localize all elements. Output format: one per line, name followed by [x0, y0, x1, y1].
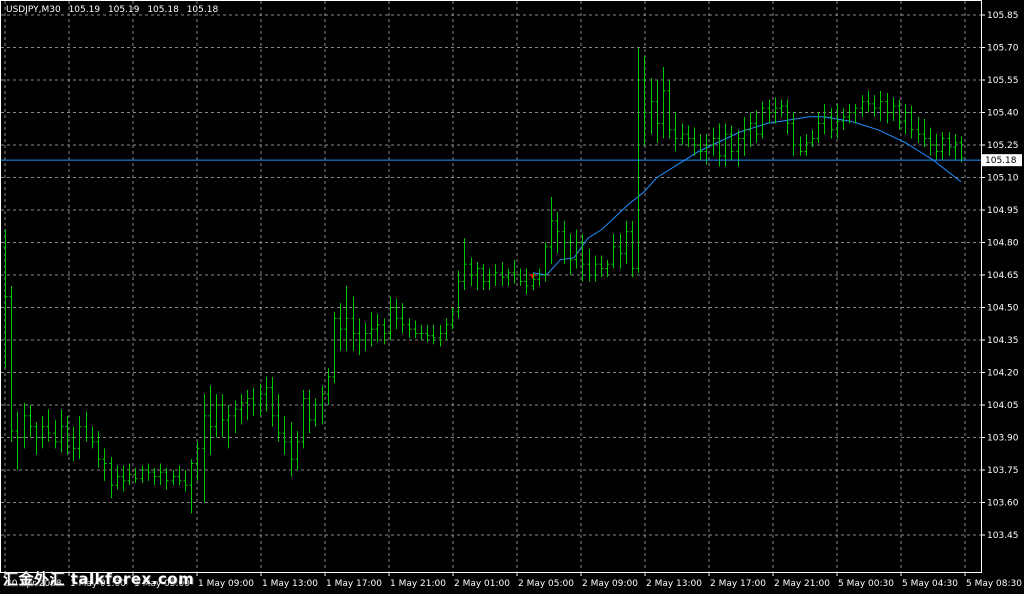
y-tick-label: 104.35 — [987, 336, 1019, 346]
chart-header: USDJPY,M30 105.19 105.19 105.18 105.18 — [6, 5, 223, 15]
high-value: 105.19 — [107, 5, 140, 15]
y-tick-label: 105.55 — [987, 76, 1019, 86]
x-tick-label: 2 May 17:00 — [710, 579, 766, 589]
x-tick-label: 2 May 21:00 — [774, 579, 830, 589]
low-value: 105.18 — [147, 5, 179, 15]
x-tick-label: 5 May 08:30 — [966, 579, 1022, 589]
x-tick-label: 2 May 13:00 — [646, 579, 702, 589]
y-tick-label: 104.50 — [987, 304, 1019, 314]
close-value: 105.18 — [186, 5, 219, 15]
y-tick-label: 103.75 — [987, 466, 1019, 476]
y-tick-label: 103.60 — [987, 499, 1019, 509]
plot-frame — [0, 0, 982, 573]
open-value: 105.19 — [68, 5, 101, 15]
x-tick-label: 1 May 13:00 — [262, 579, 318, 589]
y-tick-label: 104.95 — [987, 206, 1019, 216]
price-chart[interactable]: 105.18 105.85 105.70 105.55 105.40 105.25 105… — [0, 0, 1024, 594]
y-tick-label: 103.90 — [987, 434, 1019, 444]
symbol-label: USDJPY,M30 — [6, 5, 61, 15]
y-tick-label: 105.40 — [987, 109, 1019, 119]
y-tick-label: 103.45 — [987, 531, 1019, 541]
y-tick-label: 105.25 — [987, 141, 1019, 151]
x-tick-label: 2 May 09:00 — [582, 579, 638, 589]
y-tick-label: 104.65 — [987, 271, 1019, 281]
x-tick-label: 5 May 00:30 — [838, 579, 894, 589]
x-tick-label: 1 May 17:00 — [326, 579, 382, 589]
y-tick-label: 104.05 — [987, 401, 1019, 411]
y-tick-label: 105.85 — [987, 11, 1019, 21]
watermark: 汇金外汇 talkforex.com — [3, 570, 195, 588]
y-tick-label: 104.20 — [987, 369, 1019, 379]
price-label: 105.18 — [985, 156, 1017, 166]
x-tick-label: 2 May 01:00 — [454, 579, 510, 589]
x-tick-label: 1 May 09:00 — [198, 579, 254, 589]
x-tick-label: 1 May 21:00 — [390, 579, 446, 589]
x-tick-label: 2 May 05:00 — [518, 579, 574, 589]
y-tick-label: 104.80 — [987, 239, 1019, 249]
y-tick-label: 105.70 — [987, 44, 1019, 54]
y-tick-label: 105.10 — [987, 174, 1019, 184]
x-tick-label: 5 May 04:30 — [902, 579, 958, 589]
chart-window[interactable]: 105.18 105.85 105.70 105.55 105.40 105.25 105… — [0, 0, 1024, 594]
